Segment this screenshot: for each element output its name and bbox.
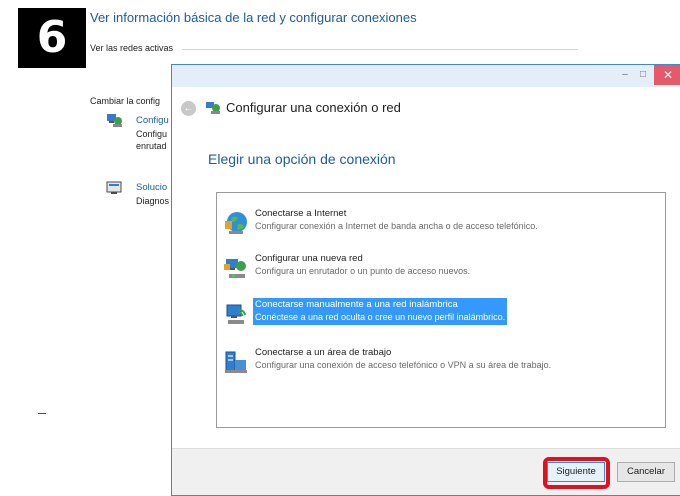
network-setup-icon xyxy=(206,102,220,114)
change-settings-label: Cambiar la config xyxy=(90,96,161,106)
active-networks-label: Ver las redes activas xyxy=(90,43,174,53)
section-divider xyxy=(182,49,578,50)
option-connect-internet[interactable]: Conectarse a Internet Configurar conexió… xyxy=(221,205,661,241)
maximize-button[interactable]: □ xyxy=(636,65,650,85)
connection-options-list: Conectarse a Internet Configurar conexió… xyxy=(216,192,666,428)
troubleshoot-desc: Diagnos xyxy=(136,196,170,206)
option-title: Configurar una nueva red xyxy=(255,253,363,264)
dialog-footer: Siguiente Cancelar xyxy=(172,448,680,495)
setup-connection-link[interactable]: Configu xyxy=(136,115,169,126)
setup-connection-dialog: – □ ✕ ← Configurar una conexión o red El… xyxy=(171,64,680,496)
dialog-title: Configurar una conexión o red xyxy=(226,100,401,115)
wireless-network-icon xyxy=(226,304,246,324)
close-button[interactable]: ✕ xyxy=(654,65,680,85)
dialog-heading: Elegir una opción de conexión xyxy=(208,151,396,167)
setup-connection-desc: Configu xyxy=(136,129,168,139)
setup-connection-desc-2: enrutad xyxy=(136,141,167,151)
option-title: Conectarse a Internet xyxy=(255,208,347,219)
background-link-fragment xyxy=(38,413,46,414)
new-network-router-icon xyxy=(224,259,246,278)
option-description: Configura un enrutador o un punto de acc… xyxy=(255,266,471,276)
option-workplace[interactable]: Conectarse a un área de trabajo Configur… xyxy=(221,344,661,380)
cancel-button[interactable]: Cancelar xyxy=(617,462,675,482)
option-text: Conectarse a Internet Configurar conexió… xyxy=(253,207,540,234)
background-page-title: Ver información básica de la red y confi… xyxy=(90,10,417,25)
option-description: Conéctese a una red oculta o cree un nue… xyxy=(255,312,506,322)
option-text: Configurar una nueva red Configura un en… xyxy=(253,252,472,279)
option-manual-wireless[interactable]: Conectarse manualmente a una red inalámb… xyxy=(221,296,661,332)
network-setup-icon xyxy=(107,114,122,127)
back-arrow-icon[interactable]: ← xyxy=(181,101,196,116)
next-button[interactable]: Siguiente xyxy=(547,462,605,482)
internet-globe-icon xyxy=(225,212,247,234)
option-new-network[interactable]: Configurar una nueva red Configura un en… xyxy=(221,250,661,286)
troubleshoot-icon xyxy=(106,181,122,194)
option-description: Configurar una conexión de acceso telefó… xyxy=(255,360,552,370)
option-title: Conectarse a un área de trabajo xyxy=(255,347,392,358)
minimize-button[interactable]: – xyxy=(618,65,632,85)
troubleshoot-link[interactable]: Solucio xyxy=(136,182,167,193)
dialog-header: ← Configurar una conexión o red xyxy=(172,87,680,131)
option-description: Configurar conexión a Internet de banda … xyxy=(255,221,538,231)
option-title: Conectarse manualmente a una red inalámb… xyxy=(255,299,458,310)
option-text: Conectarse a un área de trabajo Configur… xyxy=(253,346,553,373)
step-number-badge: 6 xyxy=(18,8,86,68)
option-text: Conectarse manualmente a una red inalámb… xyxy=(253,298,508,325)
workplace-vpn-icon xyxy=(225,351,247,373)
dialog-titlebar: – □ ✕ xyxy=(172,65,680,87)
